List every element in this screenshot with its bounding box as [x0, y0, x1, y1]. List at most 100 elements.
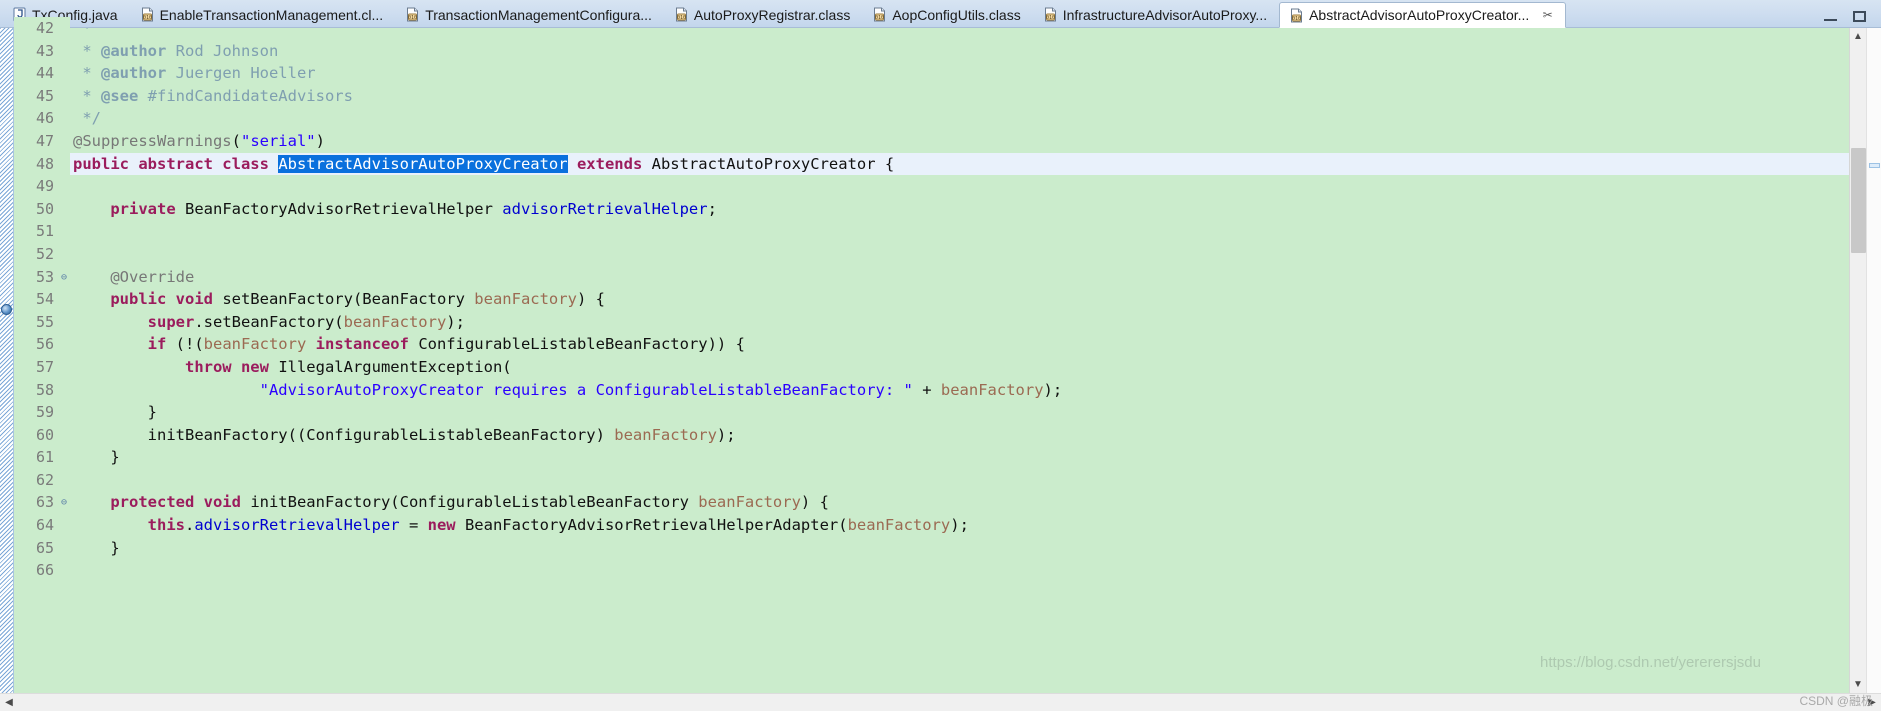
svg-text:010: 010 [875, 15, 884, 21]
code-line[interactable]: public void setBeanFactory(BeanFactory b… [70, 288, 1849, 311]
code-token-cmt: Juergen Hoeller [166, 64, 316, 83]
java-class-icon: 010 [674, 7, 689, 22]
fold-ruler-cell [58, 220, 70, 243]
code-line[interactable]: * [70, 28, 1849, 40]
editor-tab-5[interactable]: 010 InfrastructureAdvisorAutoProxy... [1033, 1, 1279, 27]
code-line[interactable]: */ [70, 107, 1849, 130]
code-token-kw: instanceof [315, 335, 409, 354]
editor-tab-label: TransactionManagementConfigura... [425, 6, 652, 23]
fold-ruler-cell [58, 514, 70, 537]
fold-toggle-icon[interactable]: ⊖ [58, 491, 70, 514]
fold-ruler-cell [58, 198, 70, 221]
vertical-scrollbar[interactable]: ▲ ▼ [1849, 28, 1866, 693]
fold-ruler-cell [58, 333, 70, 356]
code-folding-ruler[interactable]: ⊖ ⊖ [58, 17, 70, 693]
code-line[interactable]: super.setBeanFactory(beanFactory); [70, 311, 1849, 334]
editor-tab-6[interactable]: 010 AbstractAdvisorAutoProxyCreator... ✂ [1279, 2, 1567, 28]
fold-ruler-cell [58, 559, 70, 582]
code-token-plain: .setBeanFactory( [194, 312, 344, 331]
editor-tab-1[interactable]: 010 EnableTransactionManagement.cl... [130, 1, 396, 27]
vertical-scroll-thumb[interactable] [1851, 148, 1866, 253]
line-number: 61 [35, 448, 54, 467]
code-line[interactable] [70, 175, 1849, 198]
fold-ruler-cell [58, 288, 70, 311]
code-token-kw: extends [576, 154, 643, 173]
line-number: 60 [35, 425, 54, 444]
code-token-kw: public void [110, 290, 223, 309]
fold-ruler-cell [58, 446, 70, 469]
minimize-button[interactable] [1823, 10, 1838, 23]
code-line[interactable]: * @author Juergen Hoeller [70, 62, 1849, 85]
code-token-plain: + [912, 380, 941, 399]
editor-tab-3[interactable]: 010 AutoProxyRegistrar.class [664, 1, 862, 27]
line-number: 48 [35, 154, 54, 173]
code-token-cmt-tag: @author [101, 41, 167, 60]
code-line[interactable]: } [70, 446, 1849, 469]
eclipse-editor-window: TxConfig.java 010 EnableTransactionManagem… [0, 0, 1881, 711]
code-line[interactable] [70, 469, 1849, 492]
editor-tab-2[interactable]: 010 TransactionManagementConfigura... [395, 1, 664, 27]
code-token-kw: this [147, 516, 185, 535]
code-token-kw: throw new [184, 357, 269, 376]
scroll-down-arrow[interactable]: ▼ [1850, 676, 1867, 693]
scroll-up-arrow[interactable]: ▲ [1850, 28, 1867, 45]
code-line[interactable]: if (!(beanFactory instanceof Configurabl… [70, 333, 1849, 356]
scroll-left-arrow[interactable]: ◀ [0, 694, 18, 711]
line-number: 65 [35, 538, 54, 557]
code-line[interactable]: } [70, 401, 1849, 424]
fold-ruler-cell [58, 469, 70, 492]
code-line[interactable] [70, 243, 1849, 266]
code-token-sel: AbstractAdvisorAutoProxyCreator [278, 154, 568, 173]
code-token-plain: AbstractAutoProxyCreator { [642, 154, 895, 173]
editor-tab-bar: TxConfig.java 010 EnableTransactionManagem… [0, 0, 1881, 28]
code-token-cmt: * [73, 41, 101, 60]
overview-marker[interactable] [1869, 163, 1880, 168]
code-token-param: beanFactory [847, 516, 951, 535]
fold-toggle-icon[interactable]: ⊖ [58, 266, 70, 289]
fold-ruler-cell [58, 356, 70, 379]
editor-area: 42 43 44 45 46 47 48 49 50 51 52 53 54 55 56 57 58 59 60 61… [0, 17, 1881, 693]
code-token-kw: super [147, 312, 195, 331]
code-line[interactable]: } [70, 537, 1849, 560]
code-token-param: beanFactory [343, 312, 447, 331]
code-canvas[interactable]: https://blog.csdn.net/yererersjsdu * * @… [70, 28, 1849, 693]
annotation-marker-ruler[interactable] [0, 28, 14, 693]
code-line[interactable]: this.advisorRetrievalHelper = new BeanFa… [70, 514, 1849, 537]
code-token-cmt: #findCandidateAdvisors [138, 86, 353, 105]
overview-ruler[interactable] [1866, 28, 1881, 693]
code-token-plain: initBeanFactory(ConfigurableListableBean… [250, 493, 699, 512]
code-line[interactable]: initBeanFactory((ConfigurableListableBea… [70, 424, 1849, 447]
code-line[interactable]: private BeanFactoryAdvisorRetrievalHelpe… [70, 198, 1849, 221]
tab-close-icon[interactable]: ✂ [1541, 8, 1554, 22]
code-line[interactable]: * @author Rod Johnson [70, 40, 1849, 63]
code-line[interactable] [70, 559, 1849, 582]
editor-tab-label: EnableTransactionManagement.cl... [159, 6, 384, 23]
line-number: 43 [35, 41, 54, 60]
horizontal-scrollbar[interactable]: ◀ ▶ CSDN @融极 [0, 693, 1881, 711]
maximize-button[interactable] [1852, 10, 1867, 23]
line-number: 64 [35, 516, 54, 535]
code-line[interactable]: @Override [70, 266, 1849, 289]
code-token-plain: ) { [800, 493, 829, 512]
code-line[interactable]: "AdvisorAutoProxyCreator requires a Conf… [70, 379, 1849, 402]
scroll-right-arrow[interactable]: ▶ [1863, 694, 1881, 711]
editor-tab-label: AbstractAdvisorAutoProxyCreator... [1309, 7, 1530, 23]
code-line[interactable] [70, 220, 1849, 243]
code-line[interactable]: @SuppressWarnings("serial") [70, 130, 1849, 153]
code-line[interactable]: public abstract class AbstractAdvisorAut… [70, 152, 1849, 176]
code-token-cmt: * [73, 86, 101, 105]
override-marker-icon[interactable] [1, 304, 12, 316]
code-line[interactable]: throw new IllegalArgumentException( [70, 356, 1849, 379]
code-line[interactable]: * @see #findCandidateAdvisors [70, 85, 1849, 108]
line-number: 44 [35, 64, 54, 83]
editor-tab-4[interactable]: 010 AopConfigUtils.class [862, 1, 1032, 27]
line-number: 55 [35, 312, 54, 331]
code-token-plain: ( [231, 131, 241, 150]
code-line[interactable]: protected void initBeanFactory(Configura… [70, 491, 1849, 514]
